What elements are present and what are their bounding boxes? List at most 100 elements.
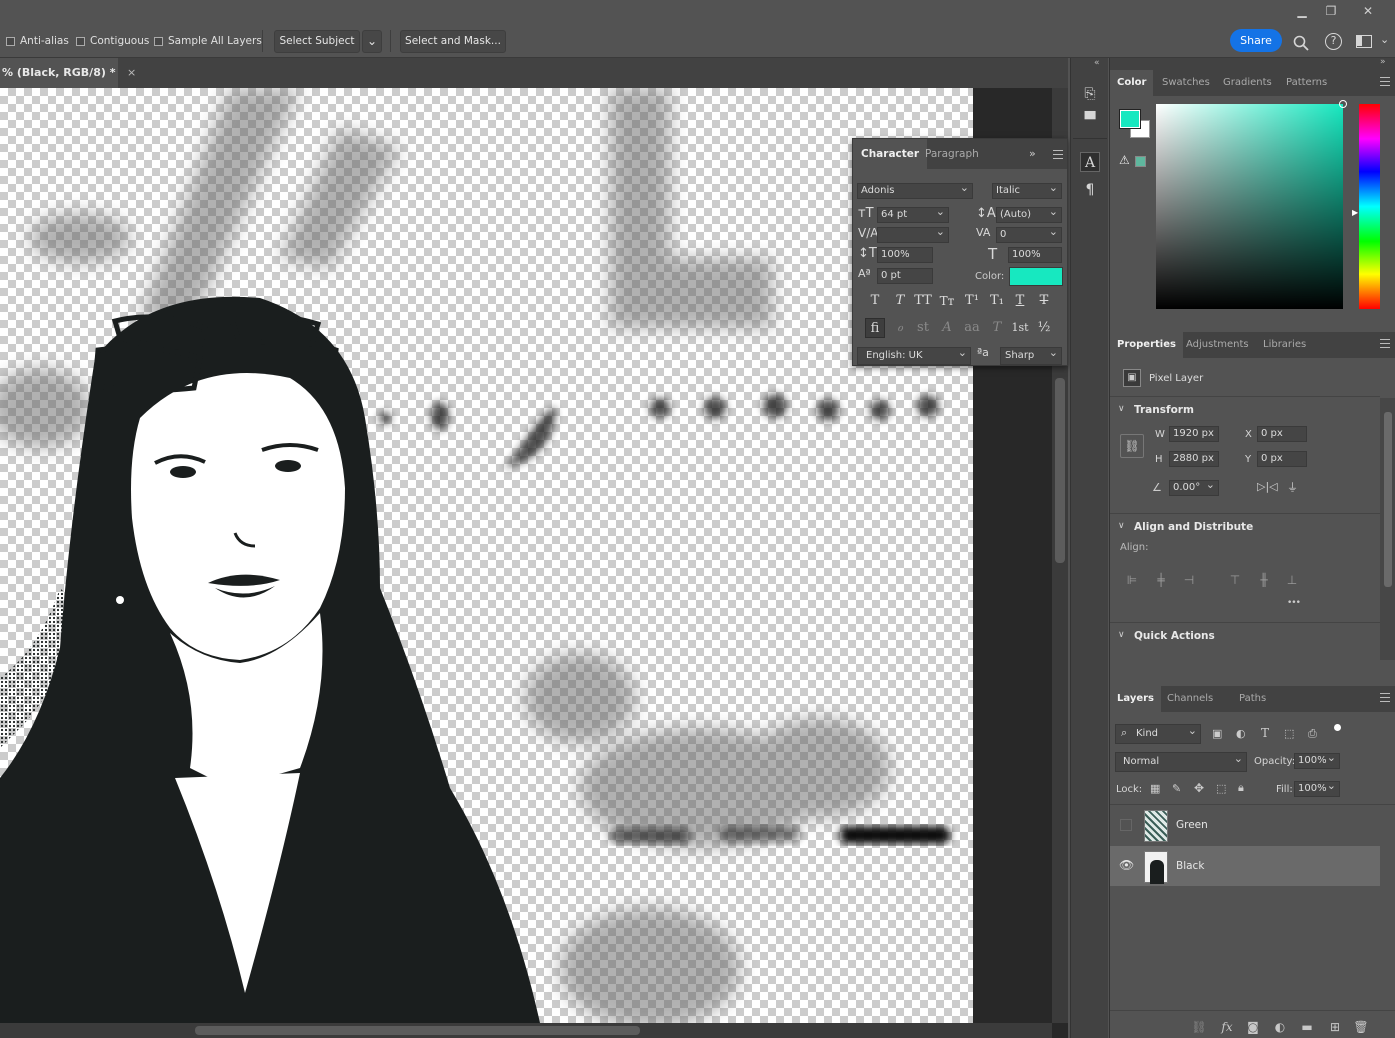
vertical-scroll-thumb[interactable] — [1055, 378, 1065, 563]
eye-icon[interactable]: 👁︎ — [1119, 858, 1134, 872]
align-bottom-icon[interactable]: ⊥ — [1284, 573, 1300, 587]
y-input[interactable]: 0 px — [1257, 451, 1307, 467]
new-group-icon[interactable]: ▬ — [1299, 1020, 1315, 1036]
flip-vertical-icon[interactable]: ⏚ — [1287, 479, 1298, 495]
filter-adjustment-icon[interactable]: ◐ — [1236, 727, 1246, 740]
ordinals-button[interactable]: 1st — [1010, 318, 1030, 338]
hue-slider[interactable] — [1359, 104, 1380, 309]
align-right-icon[interactable]: ⊣ — [1181, 573, 1197, 587]
link-icon[interactable]: ⛓ — [1120, 434, 1144, 458]
share-button[interactable]: Share — [1230, 29, 1282, 52]
transform-header[interactable]: Transform — [1134, 404, 1194, 416]
select-and-mask-button[interactable]: Select and Mask... — [400, 30, 506, 53]
horizontal-scroll-thumb[interactable] — [195, 1026, 640, 1035]
align-top-icon[interactable]: ⊤ — [1227, 573, 1243, 587]
more-options-icon[interactable]: ••• — [1287, 598, 1301, 608]
restore-button[interactable]: ❐ — [1320, 3, 1342, 19]
filter-smart-object-icon[interactable]: ⎙ — [1308, 727, 1317, 741]
visibility-toggle-empty[interactable] — [1120, 819, 1132, 831]
horizontal-scale-input[interactable]: 100% — [1008, 247, 1062, 263]
panel-menu-icon[interactable] — [1380, 77, 1390, 86]
adjustment-layer-icon[interactable]: ◐ — [1272, 1020, 1288, 1036]
lock-all-icon[interactable]: 🔒︎ — [1238, 781, 1244, 795]
lock-artboard-icon[interactable]: ⬚ — [1216, 782, 1226, 795]
tab-channels[interactable]: Channels — [1160, 686, 1220, 712]
filter-type-icon[interactable]: T — [1261, 726, 1269, 740]
document-tab[interactable]: % (Black, RGB/8) * × — [0, 58, 136, 88]
titling-alternates-button[interactable]: T — [987, 318, 1007, 338]
panel-menu-icon[interactable] — [1053, 150, 1063, 159]
tab-patterns[interactable]: Patterns — [1279, 70, 1334, 96]
stylistic-alternates-button[interactable]: aa — [962, 318, 982, 338]
x-input[interactable]: 0 px — [1257, 426, 1307, 442]
layer-name[interactable]: Black — [1176, 860, 1204, 872]
chevron-down-icon[interactable]: ∨ — [1118, 404, 1125, 414]
align-middle-icon[interactable]: ╫ — [1256, 573, 1272, 587]
flip-horizontal-icon[interactable]: ▷|◁ — [1257, 480, 1278, 493]
language-select[interactable]: English: UK — [857, 347, 971, 365]
close-tab-icon[interactable]: × — [127, 66, 136, 79]
expand-panels-icon[interactable]: « — [1094, 58, 1100, 68]
lock-image-icon[interactable]: ✎ — [1172, 782, 1181, 795]
horizontal-scrollbar[interactable] — [0, 1023, 1052, 1038]
chevron-down-icon[interactable]: ∨ — [1118, 630, 1125, 640]
chevron-down-icon[interactable]: ∨ — [1118, 521, 1125, 531]
tab-paragraph[interactable]: Paragraph — [917, 139, 987, 169]
layer-name[interactable]: Green — [1176, 819, 1208, 831]
fill-input[interactable]: 100% — [1294, 781, 1340, 797]
font-family-select[interactable]: Adonis — [857, 183, 973, 199]
old-style-button[interactable]: ℴ — [890, 318, 910, 338]
font-style-select[interactable]: Italic — [992, 183, 1062, 199]
add-mask-icon[interactable]: ◙ — [1245, 1020, 1261, 1036]
document-canvas[interactable] — [0, 88, 973, 1023]
panel-menu-icon[interactable] — [1380, 693, 1390, 702]
subscript-button[interactable]: T₁ — [987, 291, 1007, 311]
close-window-button[interactable]: ✕ — [1357, 3, 1379, 19]
fractions-button[interactable]: ½ — [1034, 318, 1054, 338]
paragraph-icon[interactable]: ¶ — [1080, 180, 1100, 200]
tab-adjustments[interactable]: Adjustments — [1179, 332, 1256, 358]
foreground-color-swatch[interactable] — [1119, 109, 1141, 129]
properties-scrollbar[interactable] — [1380, 398, 1395, 660]
align-left-icon[interactable]: ⊫ — [1124, 573, 1140, 587]
properties-scroll-thumb[interactable] — [1384, 412, 1392, 587]
select-subject-button[interactable]: Select Subject — [274, 30, 360, 53]
sample-all-layers-checkbox[interactable]: Sample All Layers — [154, 35, 262, 47]
align-center-icon[interactable]: ╪ — [1153, 573, 1169, 587]
opacity-input[interactable]: 100% — [1294, 753, 1340, 769]
small-caps-button[interactable]: Tт — [937, 291, 957, 311]
new-layer-icon[interactable]: ⊞ — [1327, 1020, 1343, 1036]
superscript-button[interactable]: T¹ — [962, 291, 982, 311]
tab-color[interactable]: Color — [1110, 70, 1154, 97]
filter-shape-icon[interactable]: ⬚ — [1284, 727, 1294, 740]
width-input[interactable]: 1920 px — [1169, 426, 1219, 442]
swash-button[interactable]: A — [937, 318, 957, 338]
discretionary-ligatures-button[interactable]: st — [913, 318, 933, 338]
all-caps-button[interactable]: TT — [913, 291, 933, 311]
select-subject-dropdown-button[interactable]: ⌄ — [362, 30, 382, 53]
color-picker-cursor[interactable] — [1339, 100, 1347, 108]
font-size-input[interactable]: 64 pt — [877, 207, 949, 223]
strikethrough-button[interactable]: T — [1034, 291, 1054, 311]
tab-properties[interactable]: Properties — [1110, 332, 1183, 359]
tab-swatches[interactable]: Swatches — [1155, 70, 1217, 96]
layer-row-green[interactable]: Green — [1110, 805, 1380, 845]
quick-actions-header[interactable]: Quick Actions — [1134, 630, 1215, 642]
filter-pixel-icon[interactable]: ▣ — [1212, 727, 1222, 740]
underline-button[interactable]: T — [1010, 291, 1030, 311]
antialias-select[interactable]: Sharp — [1000, 347, 1062, 365]
layer-row-black[interactable]: 👁︎ Black — [1110, 846, 1380, 886]
gamut-color-swatch[interactable] — [1135, 156, 1146, 167]
filter-toggle-icon[interactable] — [1334, 724, 1341, 731]
baseline-shift-input[interactable]: 0 pt — [877, 268, 933, 284]
collapse-panel-icon[interactable]: » — [1029, 147, 1036, 160]
tab-character[interactable]: Character — [853, 139, 928, 169]
history-icon[interactable]: ⎘ — [1080, 84, 1100, 104]
tracking-input[interactable]: 0 — [996, 227, 1062, 243]
text-color-swatch[interactable] — [1009, 267, 1063, 286]
workspace-icon[interactable] — [1356, 35, 1372, 48]
delete-layer-icon[interactable]: 🗑︎ — [1353, 1020, 1369, 1036]
align-distribute-header[interactable]: Align and Distribute — [1134, 521, 1253, 533]
angle-input[interactable]: 0.00° — [1169, 480, 1219, 496]
layer-filter-kind-select[interactable]: Kind — [1115, 724, 1201, 744]
